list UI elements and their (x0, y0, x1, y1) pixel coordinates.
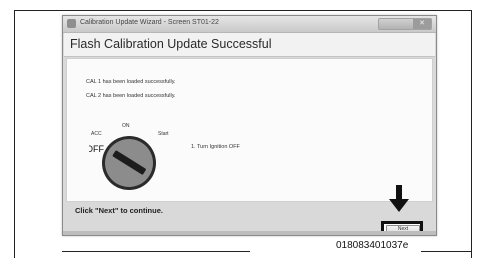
window-title: Calibration Update Wizard - Screen ST01-… (80, 19, 219, 26)
figure-frame-top (14, 10, 472, 11)
page-title: Flash Calibration Update Successful (70, 37, 272, 51)
cal1-status-message: CAL 1 has been loaded successfully. (86, 79, 176, 85)
window-controls: ✕ (378, 18, 432, 30)
close-icon[interactable]: ✕ (413, 19, 431, 29)
header-panel: Flash Calibration Update Successful (64, 33, 435, 57)
figure-frame-bottom-right (421, 251, 471, 252)
figure-frame-right (471, 10, 472, 258)
window-bottom-strip (63, 231, 436, 235)
calibration-wizard-window: Calibration Update Wizard - Screen ST01-… (62, 15, 437, 236)
ignition-label-acc: ACC (91, 131, 102, 137)
continue-instruction: Click "Next" to continue. (75, 206, 163, 215)
figure-caption: 018083401037e (336, 240, 409, 251)
app-icon (67, 19, 76, 28)
ignition-instruction: 1. Turn Ignition OFF (191, 144, 240, 150)
down-arrow-icon (389, 185, 409, 212)
title-bar[interactable]: Calibration Update Wizard - Screen ST01-… (63, 16, 436, 33)
content-panel: CAL 1 has been loaded successfully. CAL … (66, 58, 433, 202)
ignition-switch-icon: ON ACC Start OFF (89, 123, 169, 190)
figure-frame-bottom-left (62, 251, 250, 252)
ignition-label-start: Start (158, 131, 169, 137)
ignition-label-on: ON (122, 123, 130, 129)
cal2-status-message: CAL 2 has been loaded successfully. (86, 93, 176, 99)
figure-frame-left (14, 10, 15, 258)
ignition-label-off: OFF (89, 144, 104, 154)
